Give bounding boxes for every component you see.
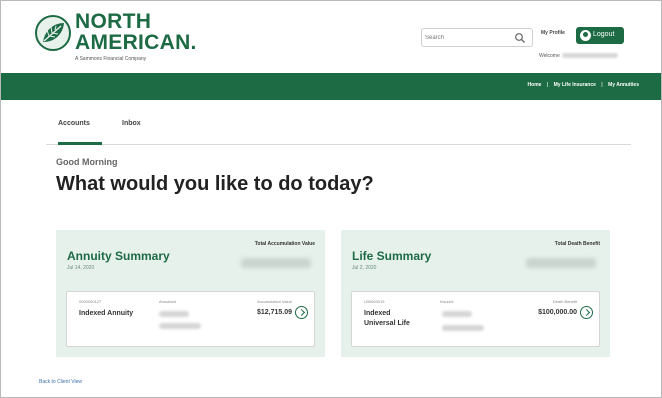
- insured-name-redacted: [442, 325, 484, 331]
- welcome-label: Welcome: [539, 53, 560, 59]
- user-name-redacted: [561, 53, 618, 59]
- life-summary-title: Life Summary: [352, 249, 432, 263]
- annuitant-label: Annuitant: [159, 299, 176, 304]
- annuity-policy-row[interactable]: 0000000127 Indexed Annuity Annuitant Acc…: [66, 291, 315, 347]
- logout-label: Logout: [593, 31, 615, 38]
- tab-inbox[interactable]: Inbox: [122, 120, 141, 127]
- search-input[interactable]: [425, 31, 509, 45]
- welcome-text: Welcome: [539, 53, 618, 59]
- north-american-logo[interactable]: NORTH AMERICAN. A Sammons Financial Comp…: [35, 10, 197, 67]
- back-to-client-view-link[interactable]: Back to Client View: [39, 379, 82, 385]
- total-death-benefit-value-redacted: [526, 258, 596, 268]
- total-accumulation-value-redacted: [241, 258, 311, 268]
- user-icon: [580, 30, 591, 41]
- annuity-summary-title: Annuity Summary: [67, 249, 170, 263]
- product-name-line1: Indexed Annuity: [79, 310, 134, 317]
- chevron-right-icon[interactable]: [580, 306, 593, 319]
- insured-name-redacted: [442, 311, 472, 317]
- product-name-line1: Indexed: [364, 310, 391, 317]
- product-name: Indexed Universal Life: [364, 309, 410, 329]
- logo-text-american: AMERICAN.: [75, 31, 197, 54]
- tab-accounts[interactable]: Accounts: [58, 120, 90, 127]
- accumulation-value-label: Accumulation Value: [256, 299, 292, 304]
- page-headline: What would you like to do today?: [56, 173, 374, 195]
- nav-annuities-link[interactable]: My Annuities: [608, 82, 639, 88]
- life-summary-card: Life Summary Jul 2, 2020 Total Death Ben…: [341, 230, 610, 357]
- product-name-line2: Universal Life: [364, 320, 410, 327]
- policy-number: 0000000127: [79, 299, 102, 304]
- insured-label: Insured: [440, 299, 454, 304]
- site-header: NORTH AMERICAN. A Sammons Financial Comp…: [1, 1, 661, 73]
- life-policy-row[interactable]: LB0000015 Indexed Universal Life Insured…: [351, 291, 600, 347]
- accumulation-value-amount: $12,715.09: [256, 309, 292, 316]
- tab-bar: Accounts Inbox: [46, 111, 631, 145]
- annuitant-name-redacted: [159, 311, 189, 317]
- nav-home-link[interactable]: Home: [528, 82, 542, 88]
- annuity-summary-date: Jul 14, 2020: [67, 265, 95, 271]
- policy-number: LB0000015: [364, 299, 385, 304]
- nav-separator: |: [546, 82, 549, 88]
- search-icon[interactable]: [514, 32, 526, 44]
- life-summary-date: Jul 2, 2020: [352, 265, 377, 271]
- total-death-benefit-label: Total Death Benefit: [554, 241, 600, 247]
- leaf-logo-icon: [35, 15, 71, 51]
- nav-life-insurance-link[interactable]: My Life Insurance: [554, 82, 596, 88]
- nav-links: Home | My Life Insurance | My Annuities: [528, 82, 639, 88]
- main-nav-bar: Home | My Life Insurance | My Annuities: [1, 73, 661, 100]
- browser-frame: NORTH AMERICAN. A Sammons Financial Comp…: [0, 0, 662, 398]
- death-benefit-amount: $100,000.00: [538, 309, 577, 316]
- active-tab-indicator: [58, 142, 102, 145]
- chevron-right-icon[interactable]: [295, 306, 308, 319]
- death-benefit-label: Death Benefit: [552, 299, 577, 304]
- logo-tagline: A Sammons Financial Company: [75, 56, 147, 62]
- total-accumulation-label: Total Accumulation Value: [254, 241, 315, 247]
- logout-button[interactable]: Logout: [576, 27, 624, 44]
- annuitant-name-redacted: [159, 323, 201, 329]
- product-name: Indexed Annuity: [79, 309, 133, 319]
- logo-text-north: NORTH: [75, 10, 152, 33]
- annuity-summary-card: Annuity Summary Jul 14, 2020 Total Accum…: [56, 230, 325, 357]
- greeting: Good Morning: [56, 157, 118, 167]
- nav-separator: |: [601, 82, 603, 88]
- search-box[interactable]: [421, 28, 533, 47]
- my-profile-link[interactable]: My Profile: [541, 30, 565, 36]
